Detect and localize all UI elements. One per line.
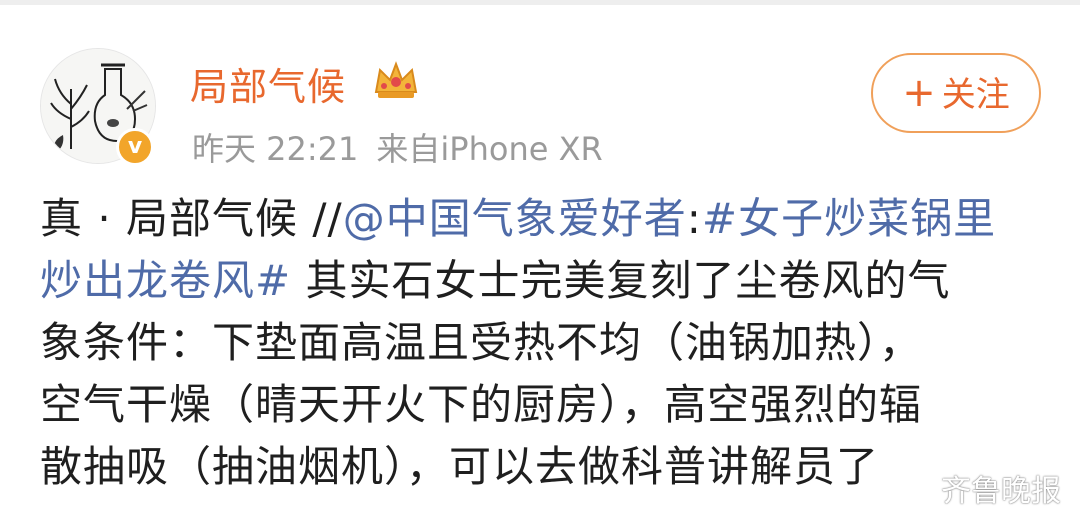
follow-button[interactable]: + 关注 [871,53,1041,133]
post-timestamp: 昨天 22:21 [192,130,359,168]
post-source: 来自iPhone XR [376,130,603,168]
post-text-2: 其实石女士完美复刻了尘卷风的气 [291,256,951,305]
wechat-icon [895,467,934,499]
post-line-2: 炒出龙卷风# 其实石女士完美复刻了尘卷风的气 [40,250,1050,312]
colon: : [686,194,702,243]
watermark-text: 齐鲁晚报 [941,474,1061,509]
username[interactable]: 局部气候 [190,56,346,111]
post-body: 真 · 局部气候 //@中国气象爱好者:#女子炒菜锅里 炒出龙卷风# 其实石女士… [40,188,1050,498]
mention-link[interactable]: @中国气象爱好者 [343,194,687,243]
post-meta: 昨天 22:21 来自iPhone XR [192,124,621,170]
verified-badge: v [116,128,154,166]
post-line-3: 象条件：下垫面高温且受热不均（油锅加热）， [40,318,923,367]
repost-prefix: 真 · 局部气候 // [40,194,343,243]
plus-icon: + [902,70,936,116]
top-divider [0,0,1080,5]
crown-icon [374,61,418,98]
post-line-1: 真 · 局部气候 //@中国气象爱好者:#女子炒菜锅里 [40,188,1050,250]
post-line-4: 空气干燥（晴天开火下的厨房），高空强烈的辐 [40,380,923,429]
hashtag-link-end[interactable]: 炒出龙卷风# [40,256,291,305]
hashtag-link-start[interactable]: #女子炒菜锅里 [702,194,996,243]
follow-label: 关注 [941,75,1010,115]
